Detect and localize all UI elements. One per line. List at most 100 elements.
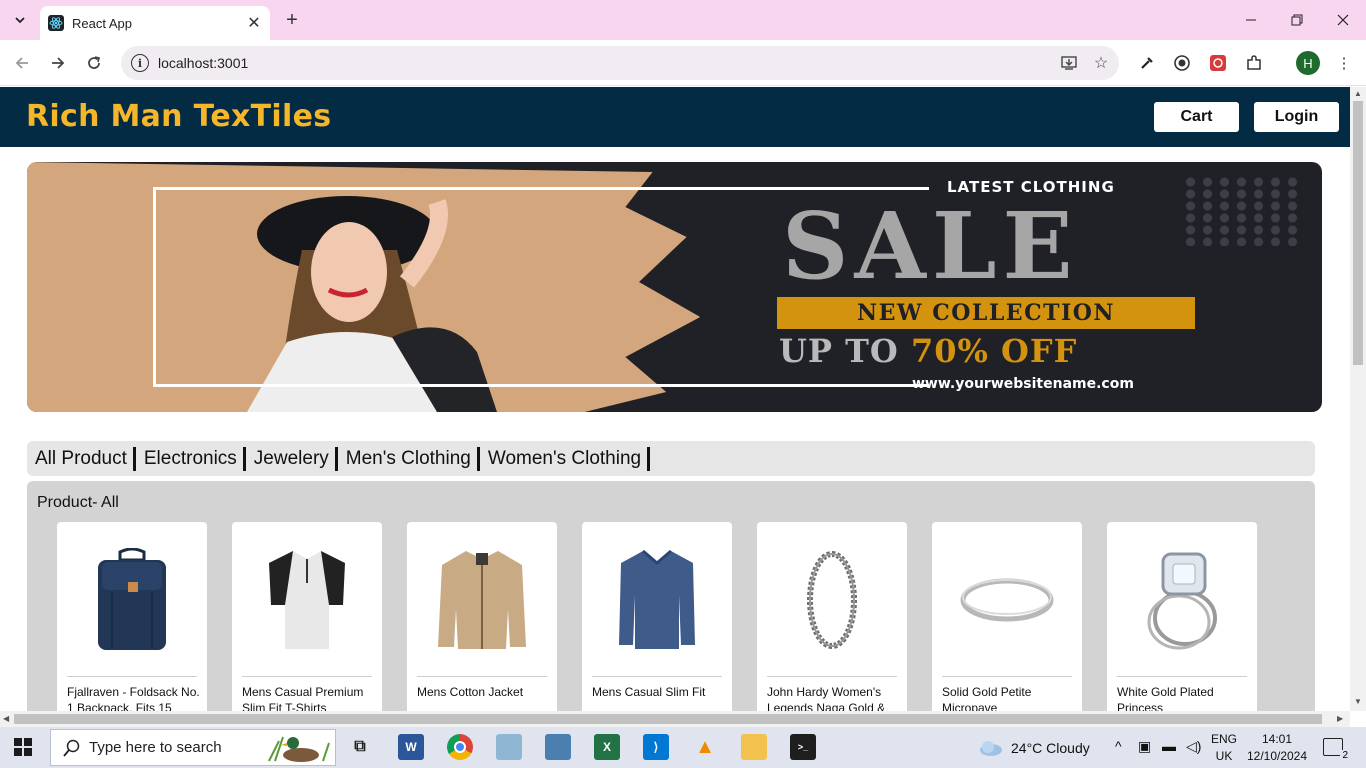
vertical-scroll-thumb[interactable] — [1353, 101, 1363, 365]
files-app-icon[interactable] — [496, 734, 522, 760]
url-text[interactable]: localhost:3001 — [158, 55, 1055, 71]
extensions-puzzle-icon[interactable] — [1240, 49, 1268, 77]
browser-tab[interactable]: React App ✕ — [40, 6, 270, 40]
vscode-app-icon[interactable]: ⟩ — [643, 734, 669, 760]
vertical-scrollbar[interactable]: ▲ ▼ — [1350, 87, 1366, 711]
restore-button[interactable] — [1274, 6, 1320, 34]
card-divider — [242, 676, 372, 677]
close-window-button[interactable] — [1320, 6, 1366, 34]
vlc-app-icon[interactable]: ▲ — [692, 734, 718, 760]
bracelet-icon — [807, 551, 857, 649]
card-divider — [1117, 676, 1247, 677]
forward-arrow-icon — [52, 57, 65, 69]
language-bottom[interactable]: UK — [1206, 749, 1242, 763]
red-extension-icon[interactable] — [1204, 49, 1232, 77]
horizontal-scrollbar[interactable]: ◀ ▶ — [0, 711, 1350, 727]
cloud-weather-icon — [980, 741, 1002, 756]
reload-button[interactable] — [80, 49, 108, 77]
cart-button[interactable]: Cart — [1154, 102, 1239, 132]
horizontal-scroll-thumb[interactable] — [14, 714, 1322, 724]
sale-banner[interactable]: LATEST CLOTHING SALE NEW COLLECTION UP T… — [27, 162, 1322, 412]
product-image — [592, 530, 722, 670]
forward-button[interactable] — [44, 49, 72, 77]
products-panel: Product- All Fjallraven - Foldsack No. 1… — [27, 481, 1315, 711]
react-logo-icon — [48, 15, 64, 31]
product-title: Fjallraven - Foldsack No. 1 Backpack, Fi… — [67, 685, 200, 711]
terminal-app-icon[interactable]: >_ — [790, 734, 816, 760]
back-button[interactable] — [8, 49, 36, 77]
close-icon — [1337, 14, 1349, 26]
category-mens-clothing[interactable]: Men's Clothing — [346, 446, 480, 471]
product-card[interactable]: Mens Casual Premium Slim Fit T-Shirts — [232, 522, 382, 711]
tray-chevron-icon[interactable]: ^ — [1115, 738, 1122, 754]
word-app-icon[interactable]: W — [398, 734, 424, 760]
product-card[interactable]: Solid Gold Petite Micropave — [932, 522, 1082, 711]
close-tab-icon[interactable]: ✕ — [244, 13, 264, 33]
category-electronics[interactable]: Electronics — [144, 446, 246, 471]
category-jewelery[interactable]: Jewelery — [254, 446, 338, 471]
product-image — [242, 530, 372, 670]
card-divider — [417, 676, 547, 677]
profile-avatar[interactable]: H — [1296, 51, 1320, 75]
site-info-icon[interactable]: i — [131, 54, 149, 72]
jacket-icon — [438, 551, 526, 649]
task-view-icon[interactable]: ⧉ — [347, 734, 373, 760]
browser-menu-icon[interactable]: ⋮ — [1330, 49, 1358, 77]
weather-text[interactable]: 24°C Cloudy — [1011, 740, 1090, 756]
chrome-app-icon[interactable] — [447, 734, 473, 760]
scroll-left-icon[interactable]: ◀ — [3, 714, 9, 723]
product-image — [767, 530, 897, 670]
eyedropper-extension-icon[interactable] — [1133, 49, 1161, 77]
dot-pattern — [1182, 176, 1302, 246]
product-card[interactable]: Mens Casual Slim Fit — [582, 522, 732, 711]
install-app-icon[interactable] — [1055, 49, 1083, 77]
address-bar[interactable]: i localhost:3001 ☆ — [121, 46, 1119, 80]
backpack-icon — [98, 548, 166, 650]
product-title: John Hardy Women's Legends Naga Gold & — [767, 685, 886, 711]
file-explorer-icon[interactable] — [741, 734, 767, 760]
battery-icon[interactable]: ▬ — [1162, 738, 1176, 754]
windows-start-icon[interactable] — [14, 738, 32, 756]
product-image — [417, 530, 547, 670]
product-card[interactable]: Fjallraven - Foldsack No. 1 Backpack, Fi… — [57, 522, 207, 711]
sweater-icon — [619, 549, 695, 649]
clock-time[interactable]: 14:01 — [1247, 732, 1307, 746]
product-card[interactable]: John Hardy Women's Legends Naga Gold & — [757, 522, 907, 711]
bookmark-star-icon[interactable]: ☆ — [1087, 49, 1115, 77]
product-title: Mens Casual Premium Slim Fit T-Shirts — [242, 685, 364, 711]
tab-title: React App — [72, 15, 132, 31]
minimize-button[interactable] — [1228, 6, 1274, 34]
banner-sale-text: SALE — [782, 192, 1079, 300]
card-divider — [67, 676, 197, 677]
banner-discount: UP TO 70% OFF — [779, 332, 1077, 370]
category-womens-clothing[interactable]: Women's Clothing — [488, 446, 651, 471]
product-card[interactable]: White Gold Plated Princess — [1107, 522, 1257, 711]
site-header: Rich Man TexTiles Cart Login — [0, 87, 1350, 147]
scroll-up-icon[interactable]: ▲ — [1354, 89, 1362, 98]
login-button[interactable]: Login — [1254, 102, 1339, 132]
taskbar-search[interactable]: Type here to search — [50, 729, 336, 766]
minimize-icon — [1246, 19, 1256, 21]
product-title: Mens Cotton Jacket — [417, 685, 524, 699]
remote-desktop-icon[interactable] — [545, 734, 571, 760]
excel-app-icon[interactable]: X — [594, 734, 620, 760]
scroll-down-icon[interactable]: ▼ — [1354, 697, 1362, 706]
banner-website: www.yourwebsitename.com — [912, 376, 1134, 392]
product-image — [942, 530, 1072, 670]
brand-title[interactable]: Rich Man TexTiles — [26, 99, 331, 134]
card-divider — [942, 676, 1072, 677]
notification-center-icon[interactable]: 2 — [1323, 738, 1350, 761]
search-icon — [63, 739, 80, 757]
new-tab-button[interactable]: + — [280, 8, 304, 32]
language-top[interactable]: ENG — [1206, 732, 1242, 746]
banner-new-collection: NEW COLLECTION — [777, 297, 1195, 329]
tab-search-button[interactable] — [8, 8, 32, 32]
clock-date[interactable]: 12/10/2024 — [1242, 749, 1312, 763]
volume-icon[interactable]: ◁) — [1186, 738, 1201, 755]
product-title: White Gold Plated Princess — [1117, 685, 1214, 711]
record-extension-icon[interactable] — [1168, 49, 1196, 77]
product-card[interactable]: Mens Cotton Jacket — [407, 522, 557, 711]
category-all[interactable]: All Product — [35, 446, 136, 471]
scroll-right-icon[interactable]: ▶ — [1337, 714, 1343, 723]
network-icon[interactable]: ▣ — [1138, 738, 1151, 755]
